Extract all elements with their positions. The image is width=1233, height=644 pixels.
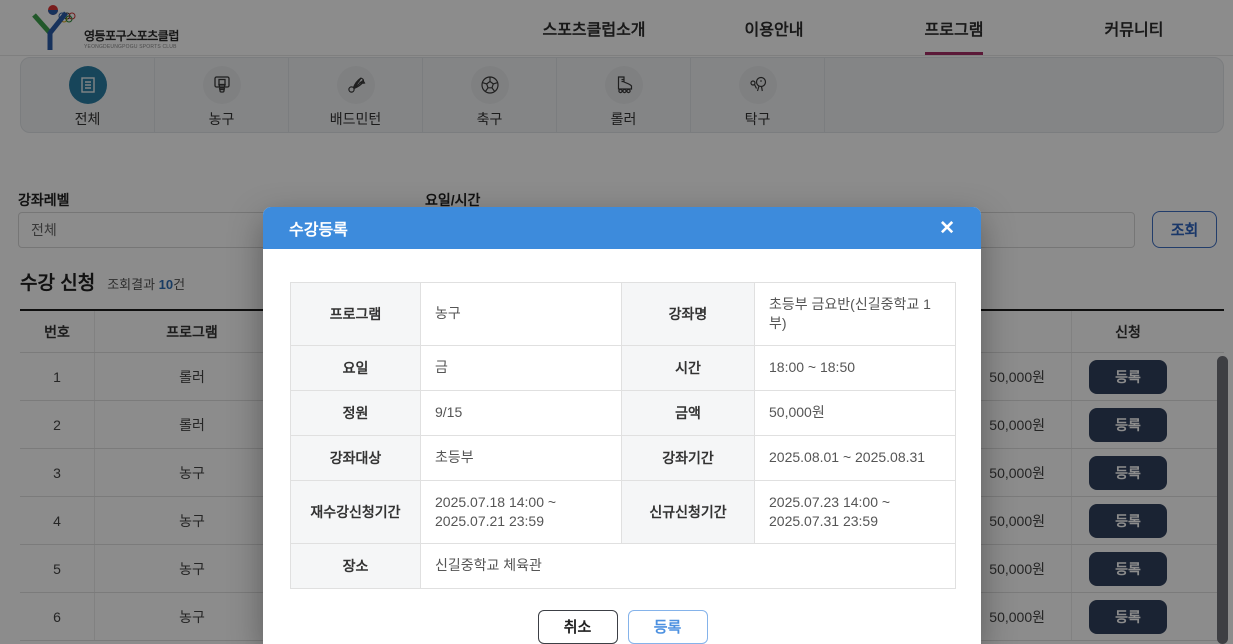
new-register-period-label: 신규신청기간 bbox=[622, 480, 755, 543]
place-label: 장소 bbox=[291, 543, 421, 588]
modal-actions: 취소 등록 bbox=[290, 610, 955, 644]
program-value: 농구 bbox=[421, 283, 622, 346]
detail-row: 재수강신청기간 2025.07.18 14:00 ~ 2025.07.21 23… bbox=[291, 480, 956, 543]
day-value: 금 bbox=[421, 345, 622, 390]
registration-modal: 수강등록 ✕ 프로그램 농구 강좌명 초등부 금요반(신길중학교 1부) 요일 … bbox=[263, 207, 981, 644]
course-name-label: 강좌명 bbox=[622, 283, 755, 346]
new-register-period-value: 2025.07.23 14:00 ~ 2025.07.31 23:59 bbox=[755, 480, 956, 543]
place-value: 신길중학교 체육관 bbox=[421, 543, 956, 588]
close-icon[interactable]: ✕ bbox=[939, 219, 955, 238]
modal-register-button[interactable]: 등록 bbox=[628, 610, 708, 644]
cancel-button[interactable]: 취소 bbox=[538, 610, 618, 644]
target-value: 초등부 bbox=[421, 435, 622, 480]
modal-title: 수강등록 bbox=[289, 216, 348, 240]
scrollbar-thumb[interactable] bbox=[1217, 356, 1228, 644]
screen: 영등포구스포츠클럽 YEONGDEUNGPOGU SPORTS CLUB 스포츠… bbox=[0, 0, 1233, 644]
detail-row: 장소 신길중학교 체육관 bbox=[291, 543, 956, 588]
target-label: 강좌대상 bbox=[291, 435, 421, 480]
detail-row: 요일 금 시간 18:00 ~ 18:50 bbox=[291, 345, 956, 390]
re-register-period-value: 2025.07.18 14:00 ~ 2025.07.21 23:59 bbox=[421, 480, 622, 543]
course-name-value: 초등부 금요반(신길중학교 1부) bbox=[755, 283, 956, 346]
day-label: 요일 bbox=[291, 345, 421, 390]
period-value: 2025.08.01 ~ 2025.08.31 bbox=[755, 435, 956, 480]
price-value: 50,000원 bbox=[755, 390, 956, 435]
modal-header: 수강등록 ✕ bbox=[263, 207, 981, 249]
course-detail-table: 프로그램 농구 강좌명 초등부 금요반(신길중학교 1부) 요일 금 시간 18… bbox=[290, 282, 956, 589]
modal-body: 프로그램 농구 강좌명 초등부 금요반(신길중학교 1부) 요일 금 시간 18… bbox=[263, 249, 981, 644]
detail-row: 정원 9/15 금액 50,000원 bbox=[291, 390, 956, 435]
capacity-value: 9/15 bbox=[421, 390, 622, 435]
time-value: 18:00 ~ 18:50 bbox=[755, 345, 956, 390]
program-label: 프로그램 bbox=[291, 283, 421, 346]
time-label: 시간 bbox=[622, 345, 755, 390]
capacity-label: 정원 bbox=[291, 390, 421, 435]
re-register-period-label: 재수강신청기간 bbox=[291, 480, 421, 543]
period-label: 강좌기간 bbox=[622, 435, 755, 480]
detail-row: 프로그램 농구 강좌명 초등부 금요반(신길중학교 1부) bbox=[291, 283, 956, 346]
detail-row: 강좌대상 초등부 강좌기간 2025.08.01 ~ 2025.08.31 bbox=[291, 435, 956, 480]
price-label: 금액 bbox=[622, 390, 755, 435]
